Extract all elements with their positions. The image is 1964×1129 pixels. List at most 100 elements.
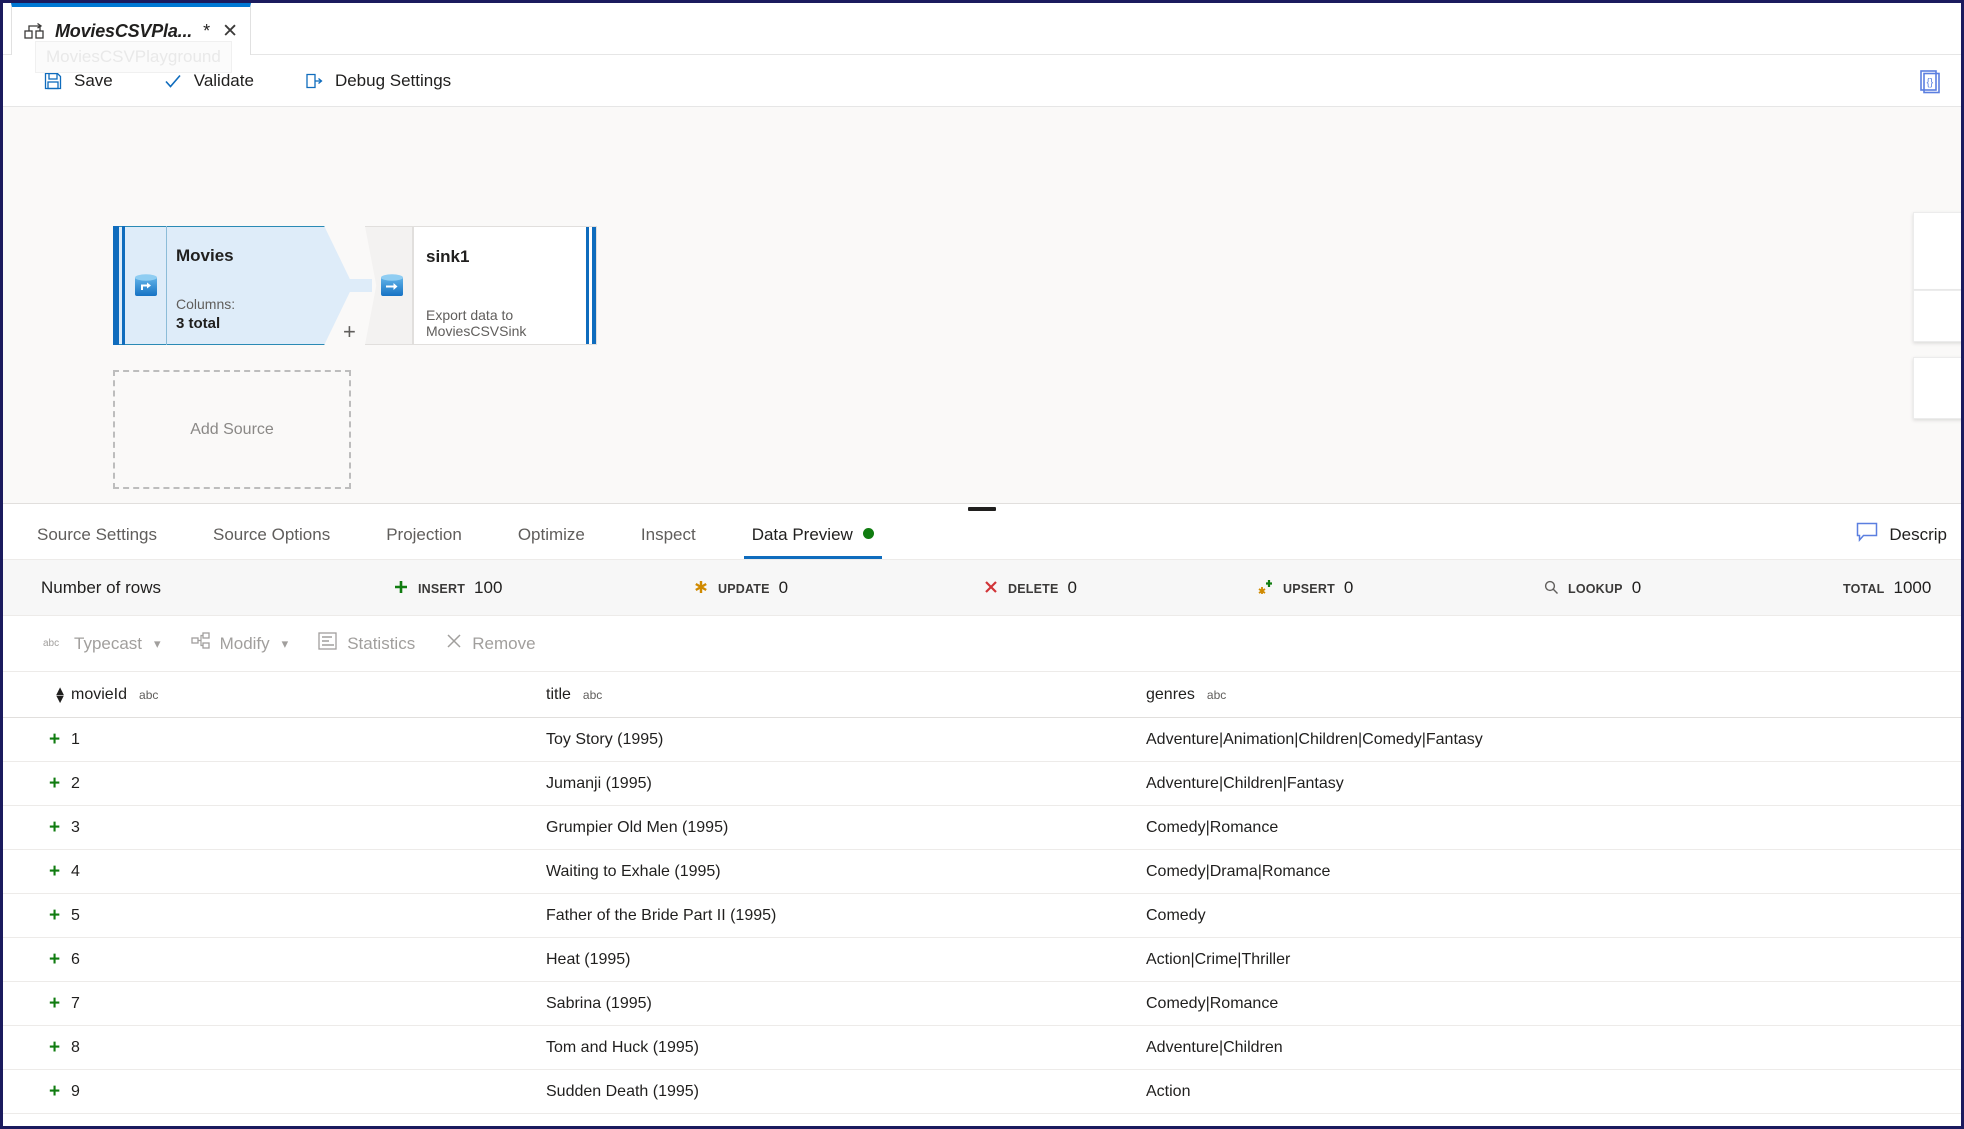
table-row[interactable]: + 9 Sudden Death (1995) Action <box>3 1070 1961 1114</box>
canvas-floating-panel-3[interactable] <box>1913 357 1961 419</box>
table-row[interactable]: + 4 Waiting to Exhale (1995) Comedy|Dram… <box>3 850 1961 894</box>
code-braces-icon[interactable]: {} <box>1917 68 1943 94</box>
tab-strip: MoviesCSVPla... * ✕ MoviesCSVPlayground <box>3 3 1961 73</box>
save-icon <box>43 71 63 91</box>
cell-title: Sabrina (1995) <box>546 994 652 1012</box>
stat-insert-value: 100 <box>474 578 503 597</box>
sort-toggle[interactable]: ▲ ▼ <box>3 684 71 704</box>
cell-movieid: 6 <box>71 950 80 968</box>
asterisk-icon <box>693 579 709 595</box>
bottom-panel: Source Settings Source Options Projectio… <box>3 504 1961 1126</box>
dataflow-designer-window: MoviesCSVPla... * ✕ MoviesCSVPlayground … <box>0 0 1964 1129</box>
cell-movieid: 5 <box>71 906 80 924</box>
table-row[interactable]: + 5 Father of the Bride Part II (1995) C… <box>3 894 1961 938</box>
table-row[interactable]: + 7 Sabrina (1995) Comedy|Romance <box>3 982 1961 1026</box>
abc-icon: abc <box>582 687 603 702</box>
column-header-title-label: title <box>546 685 571 703</box>
save-label: Save <box>74 70 113 90</box>
source-node-icon-column <box>125 226 167 345</box>
table-row[interactable]: + 6 Heat (1995) Action|Crime|Thriller <box>3 938 1961 982</box>
stat-update-name: UPDATE <box>718 582 770 596</box>
cell-movieid: 8 <box>71 1038 80 1056</box>
tab-optimize[interactable]: Optimize <box>518 525 585 559</box>
canvas-floating-panel-2[interactable] <box>1913 290 1961 342</box>
search-icon <box>1543 579 1559 595</box>
column-action-toolbar: abc Typecast ▾ Modify ▾ Statistics Remov… <box>3 616 1961 672</box>
tab-title: MoviesCSVPla... <box>55 20 193 41</box>
command-bar: Save Validate Debug Settings {} <box>3 55 1961 107</box>
sink-node-icon-column <box>364 226 413 345</box>
column-header-movieid[interactable]: movieId abc <box>71 686 546 704</box>
validate-label: Validate <box>193 70 254 90</box>
grid-header-row: ▲ ▼ movieId abc title abc genres abc <box>3 672 1961 718</box>
row-insert-marker: + <box>49 772 61 794</box>
tab-projection[interactable]: Projection <box>386 525 462 559</box>
cell-movieid: 1 <box>71 730 80 748</box>
chevron-down-icon: ▾ <box>281 635 289 651</box>
remove-button[interactable]: Remove <box>445 632 536 655</box>
cell-title: Tom and Huck (1995) <box>546 1038 699 1056</box>
cell-movieid: 2 <box>71 774 80 792</box>
column-header-movieid-label: movieId <box>71 685 128 703</box>
debug-settings-button[interactable]: Debug Settings <box>296 65 467 97</box>
number-of-rows-label: Number of rows <box>41 577 161 597</box>
column-header-genres-label: genres <box>1146 685 1195 703</box>
row-insert-marker: + <box>49 728 61 750</box>
table-row[interactable]: + 8 Tom and Huck (1995) Adventure|Childr… <box>3 1026 1961 1070</box>
sink-node-sink1[interactable]: sink1 Export data to MoviesCSVSink <box>359 226 597 345</box>
cell-title: Jumanji (1995) <box>546 774 652 792</box>
description-button[interactable]: Descrip <box>1856 522 1947 547</box>
stat-update: UPDATE 0 <box>693 577 788 598</box>
add-source-label: Add Source <box>190 420 274 438</box>
abc-icon: abc <box>1206 687 1227 702</box>
svg-text:abc: abc <box>43 638 59 649</box>
sink-node-accent-secondary <box>586 227 589 344</box>
source-node-columns-label: Columns: <box>176 296 236 312</box>
stat-insert: INSERT 100 <box>393 577 502 598</box>
stat-insert-name: INSERT <box>418 582 466 596</box>
source-node-movies[interactable]: Movies Columns: 3 total <box>113 226 353 345</box>
modify-button[interactable]: Modify ▾ <box>190 632 289 655</box>
row-insert-marker: + <box>49 1080 61 1102</box>
column-header-genres[interactable]: genres abc <box>1146 686 1961 704</box>
statistics-button[interactable]: Statistics <box>318 632 415 655</box>
database-sink-icon <box>378 272 406 300</box>
canvas-floating-panel-1[interactable] <box>1913 212 1961 290</box>
table-row[interactable]: + 3 Grumpier Old Men (1995) Comedy|Roman… <box>3 806 1961 850</box>
stat-upsert-name: UPSERT <box>1283 582 1335 596</box>
abc-icon: abc <box>43 634 65 654</box>
table-row[interactable]: + 1 Toy Story (1995) Adventure|Animation… <box>3 718 1961 762</box>
statistics-icon <box>318 632 338 655</box>
typecast-button[interactable]: abc Typecast ▾ <box>43 634 161 654</box>
table-row[interactable]: + 2 Jumanji (1995) Adventure|Children|Fa… <box>3 762 1961 806</box>
column-header-title[interactable]: title abc <box>546 686 1146 704</box>
cell-genres: Adventure|Animation|Children|Comedy|Fant… <box>1146 730 1483 748</box>
stat-upsert-value: 0 <box>1343 578 1354 597</box>
comment-icon <box>1856 522 1878 547</box>
row-insert-marker: + <box>49 948 61 970</box>
source-node-columns-value: 3 total <box>176 315 221 332</box>
debug-settings-icon <box>304 71 324 91</box>
tab-data-preview[interactable]: Data Preview <box>743 525 882 559</box>
typecast-label: Typecast <box>74 633 143 653</box>
cell-movieid: 7 <box>71 994 80 1012</box>
stat-total-value: 1000 <box>1893 577 1932 597</box>
sink-node-description: Export data to MoviesCSVSink <box>426 307 527 339</box>
sink-node-title: sink1 <box>426 247 470 266</box>
tab-source-options[interactable]: Source Options <box>213 525 330 559</box>
close-icon <box>445 632 463 655</box>
cell-genres: Adventure|Children|Fantasy <box>1146 774 1344 792</box>
stat-lookup-name: LOOKUP <box>1568 582 1623 596</box>
sort-arrows-icon[interactable]: ▲ ▼ <box>49 684 71 704</box>
tab-source-settings[interactable]: Source Settings <box>37 525 157 559</box>
tab-inspect[interactable]: Inspect <box>641 525 696 559</box>
svg-text:{}: {} <box>1927 77 1934 88</box>
close-icon[interactable]: ✕ <box>222 22 238 41</box>
abc-icon: abc <box>139 687 159 702</box>
dataflow-icon <box>24 22 46 40</box>
add-source-button[interactable]: Add Source <box>113 370 351 489</box>
tab-dirty-marker: * <box>203 20 211 41</box>
dataflow-canvas[interactable]: Movies Columns: 3 total + sink1 Export d… <box>3 107 1961 504</box>
add-transformation-button[interactable]: + <box>343 321 356 343</box>
cell-genres: Comedy|Drama|Romance <box>1146 862 1331 880</box>
